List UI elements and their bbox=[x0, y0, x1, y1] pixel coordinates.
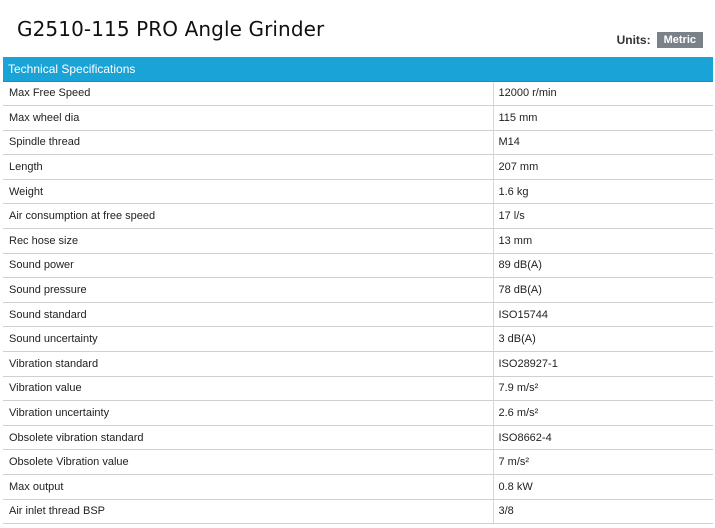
spec-name: Vibration standard bbox=[3, 351, 493, 377]
spec-name: Sound uncertainty bbox=[3, 326, 493, 353]
table-row: Max output 0.8 kW bbox=[3, 474, 713, 500]
table-row: Vibration uncertainty 2.6 m/s² bbox=[3, 400, 713, 426]
table-row: Air consumption at free speed 17 l/s bbox=[3, 203, 713, 230]
spec-name: Max output bbox=[3, 474, 493, 500]
table-row: Sound power 89 dB(A) bbox=[3, 253, 713, 279]
spec-value: 0.8 kW bbox=[492, 474, 713, 500]
spec-name: Obsolete vibration standard bbox=[3, 425, 493, 451]
spec-value: 7.9 m/s² bbox=[492, 376, 713, 402]
spec-value: 12000 r/min bbox=[492, 81, 713, 107]
spec-value: 89 dB(A) bbox=[492, 253, 713, 279]
spec-value: ISO28927-1 bbox=[492, 351, 713, 377]
spec-value: 78 dB(A) bbox=[492, 277, 713, 303]
spec-value: ISO8662-4 bbox=[492, 425, 713, 451]
spec-value: 3/8 bbox=[492, 499, 713, 525]
units-selector: Units: Metric bbox=[617, 32, 703, 48]
spec-name: Air consumption at free speed bbox=[3, 203, 493, 230]
spec-name: Max wheel dia bbox=[3, 105, 493, 131]
spec-value: M14 bbox=[492, 130, 713, 156]
table-header-row: Technical Specifications bbox=[3, 57, 713, 82]
table-row: Obsolete vibration standard ISO8662-4 bbox=[3, 425, 713, 451]
table-row: Length 207 mm bbox=[3, 154, 713, 180]
spec-name: Air inlet thread BSP bbox=[3, 499, 493, 525]
table-row: Max Free Speed 12000 r/min bbox=[3, 81, 713, 107]
table-header: Technical Specifications bbox=[3, 57, 713, 82]
table-row: Obsolete Vibration value 7 m/s² bbox=[3, 449, 713, 475]
spec-name: Vibration uncertainty bbox=[3, 400, 493, 426]
spec-value: 115 mm bbox=[492, 105, 713, 131]
spec-value: 13 mm bbox=[492, 228, 713, 254]
product-page: G2510-115 PRO Angle Grinder Units: Metri… bbox=[0, 0, 715, 528]
table-row: Sound pressure 78 dB(A) bbox=[3, 277, 713, 303]
units-metric-button[interactable]: Metric bbox=[656, 32, 703, 48]
table-row: Spindle thread M14 bbox=[3, 130, 713, 156]
technical-specifications-table: Technical Specifications Max Free Speed 1… bbox=[3, 57, 713, 525]
spec-value: 7 m/s² bbox=[492, 449, 713, 475]
page-title: G2510-115 PRO Angle Grinder bbox=[17, 17, 325, 41]
table-row: Max wheel dia 115 mm bbox=[3, 105, 713, 131]
spec-name: Rec hose size bbox=[3, 228, 493, 254]
spec-name: Obsolete Vibration value bbox=[3, 449, 493, 475]
spec-value: 17 l/s bbox=[492, 203, 713, 230]
spec-name: Length bbox=[3, 154, 493, 180]
spec-rows: Max Free Speed 12000 r/min Max wheel dia 11… bbox=[3, 81, 713, 525]
table-row: Vibration standard ISO28927-1 bbox=[3, 351, 713, 377]
spec-name: Vibration value bbox=[3, 376, 493, 402]
spec-value: 2.6 m/s² bbox=[492, 400, 713, 426]
table-row: Rec hose size 13 mm bbox=[3, 228, 713, 254]
spec-name: Weight bbox=[3, 179, 493, 205]
spec-name: Sound power bbox=[3, 253, 493, 279]
spec-name: Max Free Speed bbox=[3, 81, 493, 107]
spec-value: 1.6 kg bbox=[492, 179, 713, 205]
spec-value: 207 mm bbox=[492, 154, 713, 180]
spec-name: Spindle thread bbox=[3, 130, 493, 156]
units-label: Units: bbox=[616, 33, 651, 47]
table-row: Air inlet thread BSP 3/8 bbox=[3, 499, 713, 525]
table-row: Sound uncertainty 3 dB(A) bbox=[3, 326, 713, 353]
spec-value: ISO15744 bbox=[492, 302, 713, 328]
spec-name: Sound pressure bbox=[3, 277, 493, 303]
table-row: Vibration value 7.9 m/s² bbox=[3, 376, 713, 402]
table-row: Sound standard ISO15744 bbox=[3, 302, 713, 328]
spec-name: Sound standard bbox=[3, 302, 493, 328]
spec-value: 3 dB(A) bbox=[492, 326, 713, 353]
table-row: Weight 1.6 kg bbox=[3, 179, 713, 205]
